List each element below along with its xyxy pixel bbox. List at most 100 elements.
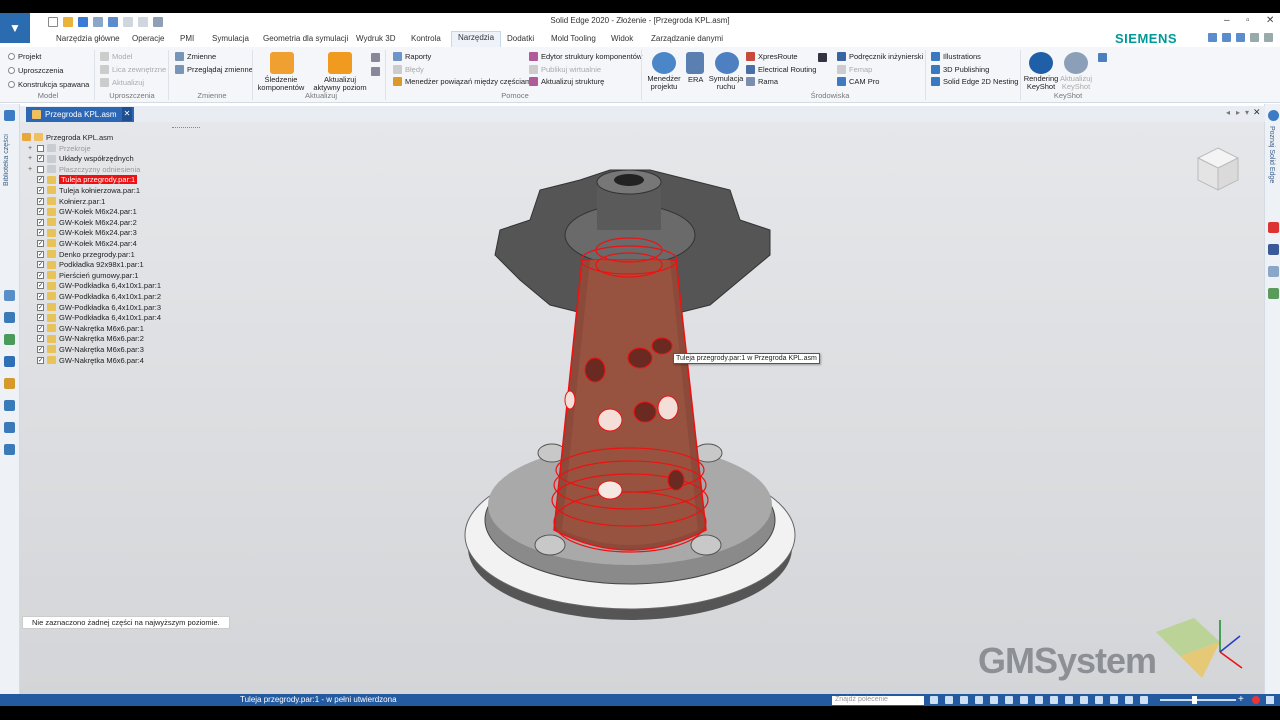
project-manager-icon[interactable] <box>652 52 676 74</box>
tab-mold-tooling[interactable]: Mold Tooling <box>551 34 596 43</box>
aktualizuj-strukture-button[interactable]: Aktualizuj strukturę <box>529 77 604 86</box>
2d-nesting-button[interactable]: Solid Edge 2D Nesting <box>931 77 1018 86</box>
status-icon-8[interactable] <box>1035 696 1043 704</box>
tree-item[interactable]: + Przekroje <box>26 143 91 153</box>
part-library-label[interactable]: Biblioteka części <box>3 126 10 186</box>
document-tab[interactable]: Przegroda KPL.asm <box>26 107 134 122</box>
ribbon-menu-icon[interactable] <box>1250 33 1259 42</box>
tab-scroll-right-icon[interactable]: ▸ <box>1236 108 1240 117</box>
era-icon[interactable] <box>686 52 704 74</box>
konstrukcja-spawana-option[interactable]: Konstrukcja spawana <box>8 80 89 89</box>
tab-symulacja[interactable]: Symulacja <box>212 34 249 43</box>
menedzer-projektu-button[interactable]: Menedżer projektu <box>645 75 683 91</box>
tree-item[interactable]: ✓ GW-Podkładka 6,4x10x1.par:2 <box>26 291 161 301</box>
tree-item[interactable]: ✓ GW-Kołek M6x24.par:3 <box>26 228 137 238</box>
rama-button[interactable]: Rama <box>746 77 778 86</box>
customize-qat-icon[interactable] <box>153 17 163 27</box>
status-icon-4[interactable] <box>975 696 983 704</box>
help-panel-icon[interactable] <box>4 356 15 367</box>
learn-solid-edge-label[interactable]: Poznaj Solid Edge <box>1268 126 1275 196</box>
visibility-checkbox[interactable]: ✓ <box>37 303 44 311</box>
feature-library-icon[interactable] <box>4 422 15 433</box>
visibility-checkbox[interactable]: ✓ <box>37 250 44 258</box>
tree-item[interactable]: ✓ GW-Kołek M6x24.par:1 <box>26 207 137 217</box>
status-icon-7[interactable] <box>1020 696 1028 704</box>
community-icon[interactable] <box>1268 266 1279 277</box>
learn-icon[interactable] <box>1268 110 1279 121</box>
help-icon[interactable] <box>1236 33 1245 42</box>
model-button[interactable]: Model <box>100 52 132 61</box>
podrecznik-inzynierski-button[interactable]: Podręcznik inżynierski <box>837 52 923 61</box>
visibility-checkbox[interactable]: ✓ <box>37 239 44 247</box>
print-icon[interactable] <box>93 17 103 27</box>
expand-toggle-icon[interactable]: + <box>26 145 34 152</box>
visibility-checkbox[interactable]: ✓ <box>37 314 44 322</box>
xpresroute-button[interactable]: XpresRoute <box>746 52 798 61</box>
raporty-button[interactable]: Raporty <box>393 52 431 61</box>
status-icon-1[interactable] <box>930 696 938 704</box>
3d-publishing-button[interactable]: 3D Publishing <box>931 65 989 74</box>
tree-item[interactable]: ✓ GW-Nakrętka M6x6.par:4 <box>26 355 144 365</box>
visibility-checkbox[interactable]: ✓ <box>37 292 44 300</box>
close-button[interactable]: ✕ <box>1266 15 1274 26</box>
visibility-checkbox[interactable]: ✓ <box>37 197 44 205</box>
tree-item[interactable]: ✓ Podkładka 92x98x1.par:1 <box>26 260 144 270</box>
tree-item[interactable]: ✓ GW-Nakrętka M6x6.par:3 <box>26 344 144 354</box>
keyshot-settings-icon[interactable] <box>1098 53 1107 62</box>
command-search-input[interactable]: Znajdź polecenie <box>832 696 924 705</box>
record-icon[interactable] <box>1252 696 1260 704</box>
przegladaj-zmienne-button[interactable]: Przeglądaj zmienne <box>175 65 253 74</box>
maximize-button[interactable]: ▫ <box>1246 15 1250 26</box>
cam-pro-button[interactable]: CAM Pro <box>837 77 879 86</box>
minimize-button[interactable]: – <box>1224 15 1230 26</box>
visibility-checkbox[interactable]: ✓ <box>37 345 44 353</box>
visibility-checkbox[interactable]: ✓ <box>37 218 44 226</box>
undo-icon[interactable] <box>123 17 133 27</box>
visibility-checkbox[interactable] <box>37 144 44 152</box>
rendering-keyshot-button[interactable]: Rendering KeyShot <box>1022 75 1060 91</box>
status-icon-5[interactable] <box>990 696 998 704</box>
visibility-checkbox[interactable]: ✓ <box>37 356 44 364</box>
tree-item[interactable]: ✓ GW-Podkładka 6,4x10x1.par:3 <box>26 302 161 312</box>
expand-toggle-icon[interactable]: + <box>26 166 34 173</box>
assembly-3d-model[interactable] <box>440 150 820 650</box>
aktualizuj-keyshot-button[interactable]: Aktualizuj KeyShot <box>1058 75 1094 91</box>
camera-icon[interactable] <box>818 53 827 62</box>
visibility-checkbox[interactable]: ✓ <box>37 324 44 332</box>
status-icon-15[interactable] <box>1140 696 1148 704</box>
tree-item[interactable]: ✓ GW-Podkładka 6,4x10x1.par:1 <box>26 281 161 291</box>
visibility-checkbox[interactable]: ✓ <box>37 282 44 290</box>
status-icon-12[interactable] <box>1095 696 1103 704</box>
visibility-checkbox[interactable]: ✓ <box>37 186 44 194</box>
close-all-icon[interactable]: ✕ <box>1253 107 1261 118</box>
pathfinder-splitter[interactable] <box>172 127 200 129</box>
visibility-checkbox[interactable]: ✓ <box>37 261 44 269</box>
visibility-checkbox[interactable]: ✓ <box>37 155 44 163</box>
visibility-checkbox[interactable] <box>37 165 44 173</box>
tab-list-icon[interactable]: ▾ <box>1245 108 1249 117</box>
new-file-icon[interactable] <box>48 17 58 27</box>
tree-item[interactable]: + ✓ Układy współrzędnych <box>26 154 134 164</box>
status-icon-2[interactable] <box>945 696 953 704</box>
status-icon-13[interactable] <box>1110 696 1118 704</box>
tab-narzedzia-glowne[interactable]: Narzędzia główne <box>56 34 120 43</box>
ribbon-collapse-icon[interactable] <box>1264 33 1273 42</box>
visibility-checkbox[interactable]: ✓ <box>37 335 44 343</box>
update-active-level-icon[interactable] <box>328 52 352 74</box>
femap-button[interactable]: Femap <box>837 65 872 74</box>
tree-item[interactable]: ✓ Kołnierz.par:1 <box>26 196 105 206</box>
link-edit-icon[interactable] <box>371 67 380 76</box>
era-button[interactable]: ERA <box>688 75 703 84</box>
sledzenie-komponentow-button[interactable]: Śledzenie komponentów <box>258 76 305 92</box>
tree-item[interactable]: ✓ GW-Kołek M6x24.par:2 <box>26 217 137 227</box>
close-document-icon[interactable]: ✕ <box>122 107 132 121</box>
symulacja-ruchu-button[interactable]: Symulacja ruchu <box>708 75 744 91</box>
part-library-icon[interactable] <box>4 110 15 121</box>
zmienne-button[interactable]: Zmienne <box>175 52 216 61</box>
zoom-slider[interactable] <box>1160 699 1236 701</box>
aktualizuj-aktywny-poziom-button[interactable]: Aktualizuj aktywny poziom <box>310 76 370 92</box>
tab-wydruk-3d[interactable]: Wydruk 3D <box>356 34 396 43</box>
lica-zewnetrzne-button[interactable]: Lica zewnętrzne <box>100 65 166 74</box>
redo-icon[interactable] <box>138 17 148 27</box>
tab-zarzadzanie-danymi[interactable]: Zarządzanie danymi <box>651 34 723 43</box>
